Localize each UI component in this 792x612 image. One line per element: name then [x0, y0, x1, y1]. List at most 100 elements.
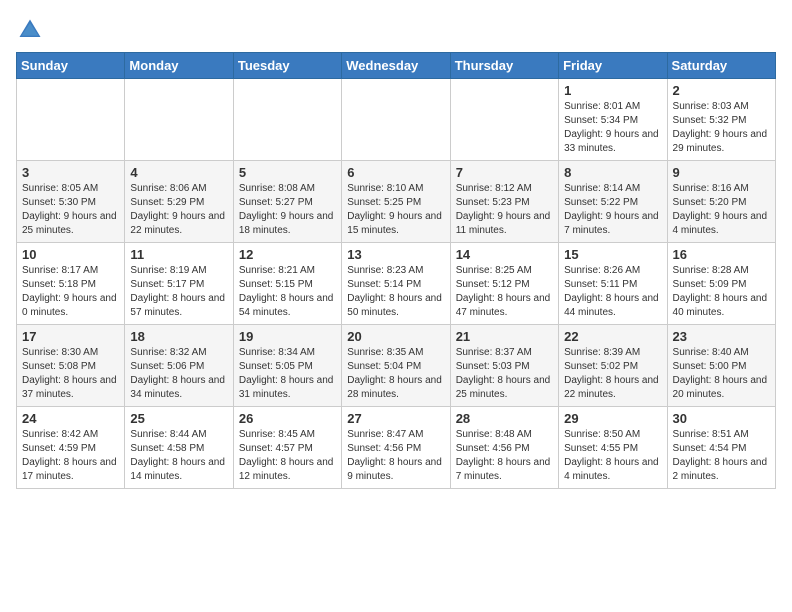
- day-number: 19: [239, 329, 336, 344]
- day-info: Sunrise: 8:30 AM Sunset: 5:08 PM Dayligh…: [22, 346, 119, 402]
- day-cell: 21 Sunrise: 8:37 AM Sunset: 5:03 PM Dayli…: [450, 325, 558, 407]
- day-info: Sunrise: 8:50 AM Sunset: 4:55 PM Dayligh…: [564, 428, 661, 484]
- day-cell: 30Sunrise: 8:51 AM Sunset: 4:54 PM Dayli…: [667, 407, 775, 489]
- day-cell: [450, 79, 558, 161]
- day-cell: 12 Sunrise: 8:21 AM Sunset: 5:15 PM Dayli…: [233, 243, 341, 325]
- day-number: 25: [130, 411, 227, 426]
- day-cell: 17 Sunrise: 8:30 AM Sunset: 5:08 PM Dayli…: [17, 325, 125, 407]
- day-number: 11: [130, 247, 227, 262]
- day-info: Sunrise: 8:10 AM Sunset: 5:25 PM Dayligh…: [347, 182, 444, 238]
- day-number: 17: [22, 329, 119, 344]
- day-number: 12: [239, 247, 336, 262]
- col-header-saturday: Saturday: [667, 53, 775, 79]
- day-cell: 11Sunrise: 8:19 AM Sunset: 5:17 PM Dayli…: [125, 243, 233, 325]
- day-info: Sunrise: 8:01 AM Sunset: 5:34 PM Dayligh…: [564, 100, 661, 156]
- day-cell: 8 Sunrise: 8:14 AM Sunset: 5:22 PM Daylig…: [559, 161, 667, 243]
- page-header: [16, 16, 776, 44]
- day-number: 15: [564, 247, 661, 262]
- day-cell: 28 Sunrise: 8:48 AM Sunset: 4:56 PM Dayli…: [450, 407, 558, 489]
- day-number: 16: [673, 247, 770, 262]
- logo: [16, 16, 48, 44]
- day-number: 14: [456, 247, 553, 262]
- day-number: 8: [564, 165, 661, 180]
- day-number: 10: [22, 247, 119, 262]
- day-cell: 4 Sunrise: 8:06 AM Sunset: 5:29 PM Daylig…: [125, 161, 233, 243]
- day-info: Sunrise: 8:08 AM Sunset: 5:27 PM Dayligh…: [239, 182, 336, 238]
- day-cell: 29 Sunrise: 8:50 AM Sunset: 4:55 PM Dayli…: [559, 407, 667, 489]
- col-header-friday: Friday: [559, 53, 667, 79]
- day-cell: 25Sunrise: 8:44 AM Sunset: 4:58 PM Dayli…: [125, 407, 233, 489]
- day-info: Sunrise: 8:14 AM Sunset: 5:22 PM Dayligh…: [564, 182, 661, 238]
- day-info: Sunrise: 8:47 AM Sunset: 4:56 PM Dayligh…: [347, 428, 444, 484]
- day-number: 29: [564, 411, 661, 426]
- day-cell: 15 Sunrise: 8:26 AM Sunset: 5:11 PM Dayli…: [559, 243, 667, 325]
- day-info: Sunrise: 8:45 AM Sunset: 4:57 PM Dayligh…: [239, 428, 336, 484]
- col-header-sunday: Sunday: [17, 53, 125, 79]
- day-info: Sunrise: 8:37 AM Sunset: 5:03 PM Dayligh…: [456, 346, 553, 402]
- day-number: 20: [347, 329, 444, 344]
- day-number: 7: [456, 165, 553, 180]
- day-cell: [125, 79, 233, 161]
- day-info: Sunrise: 8:40 AM Sunset: 5:00 PM Dayligh…: [673, 346, 770, 402]
- day-cell: 14Sunrise: 8:25 AM Sunset: 5:12 PM Dayli…: [450, 243, 558, 325]
- day-number: 5: [239, 165, 336, 180]
- week-row-5: 24Sunrise: 8:42 AM Sunset: 4:59 PM Dayli…: [17, 407, 776, 489]
- day-cell: 18 Sunrise: 8:32 AM Sunset: 5:06 PM Dayli…: [125, 325, 233, 407]
- day-cell: 26 Sunrise: 8:45 AM Sunset: 4:57 PM Dayli…: [233, 407, 341, 489]
- day-number: 3: [22, 165, 119, 180]
- day-number: 27: [347, 411, 444, 426]
- day-number: 18: [130, 329, 227, 344]
- day-number: 13: [347, 247, 444, 262]
- day-cell: 24Sunrise: 8:42 AM Sunset: 4:59 PM Dayli…: [17, 407, 125, 489]
- day-cell: 27 Sunrise: 8:47 AM Sunset: 4:56 PM Dayli…: [342, 407, 450, 489]
- day-info: Sunrise: 8:34 AM Sunset: 5:05 PM Dayligh…: [239, 346, 336, 402]
- day-number: 30: [673, 411, 770, 426]
- day-info: Sunrise: 8:26 AM Sunset: 5:11 PM Dayligh…: [564, 264, 661, 320]
- day-cell: 22Sunrise: 8:39 AM Sunset: 5:02 PM Dayli…: [559, 325, 667, 407]
- day-number: 26: [239, 411, 336, 426]
- day-cell: 3 Sunrise: 8:05 AM Sunset: 5:30 PM Daylig…: [17, 161, 125, 243]
- day-info: Sunrise: 8:28 AM Sunset: 5:09 PM Dayligh…: [673, 264, 770, 320]
- day-number: 2: [673, 83, 770, 98]
- day-number: 4: [130, 165, 227, 180]
- day-info: Sunrise: 8:39 AM Sunset: 5:02 PM Dayligh…: [564, 346, 661, 402]
- day-info: Sunrise: 8:48 AM Sunset: 4:56 PM Dayligh…: [456, 428, 553, 484]
- day-info: Sunrise: 8:17 AM Sunset: 5:18 PM Dayligh…: [22, 264, 119, 320]
- day-cell: [342, 79, 450, 161]
- day-info: Sunrise: 8:05 AM Sunset: 5:30 PM Dayligh…: [22, 182, 119, 238]
- day-cell: 1 Sunrise: 8:01 AM Sunset: 5:34 PM Daylig…: [559, 79, 667, 161]
- col-header-monday: Monday: [125, 53, 233, 79]
- day-cell: 9Sunrise: 8:16 AM Sunset: 5:20 PM Daylig…: [667, 161, 775, 243]
- col-header-tuesday: Tuesday: [233, 53, 341, 79]
- week-row-2: 3 Sunrise: 8:05 AM Sunset: 5:30 PM Daylig…: [17, 161, 776, 243]
- calendar-table: SundayMondayTuesdayWednesdayThursdayFrid…: [16, 52, 776, 489]
- day-info: Sunrise: 8:21 AM Sunset: 5:15 PM Dayligh…: [239, 264, 336, 320]
- day-cell: [233, 79, 341, 161]
- day-cell: 6 Sunrise: 8:10 AM Sunset: 5:25 PM Daylig…: [342, 161, 450, 243]
- day-cell: 16 Sunrise: 8:28 AM Sunset: 5:09 PM Dayli…: [667, 243, 775, 325]
- day-info: Sunrise: 8:03 AM Sunset: 5:32 PM Dayligh…: [673, 100, 770, 156]
- day-number: 21: [456, 329, 553, 344]
- day-info: Sunrise: 8:23 AM Sunset: 5:14 PM Dayligh…: [347, 264, 444, 320]
- day-number: 24: [22, 411, 119, 426]
- calendar-header-row: SundayMondayTuesdayWednesdayThursdayFrid…: [17, 53, 776, 79]
- week-row-1: 1 Sunrise: 8:01 AM Sunset: 5:34 PM Daylig…: [17, 79, 776, 161]
- day-number: 9: [673, 165, 770, 180]
- day-cell: 13 Sunrise: 8:23 AM Sunset: 5:14 PM Dayli…: [342, 243, 450, 325]
- logo-icon: [16, 16, 44, 44]
- col-header-wednesday: Wednesday: [342, 53, 450, 79]
- day-number: 6: [347, 165, 444, 180]
- day-number: 28: [456, 411, 553, 426]
- day-info: Sunrise: 8:12 AM Sunset: 5:23 PM Dayligh…: [456, 182, 553, 238]
- col-header-thursday: Thursday: [450, 53, 558, 79]
- day-info: Sunrise: 8:32 AM Sunset: 5:06 PM Dayligh…: [130, 346, 227, 402]
- week-row-3: 10 Sunrise: 8:17 AM Sunset: 5:18 PM Dayli…: [17, 243, 776, 325]
- day-cell: 20 Sunrise: 8:35 AM Sunset: 5:04 PM Dayli…: [342, 325, 450, 407]
- day-cell: 19 Sunrise: 8:34 AM Sunset: 5:05 PM Dayli…: [233, 325, 341, 407]
- day-cell: [17, 79, 125, 161]
- day-cell: 7 Sunrise: 8:12 AM Sunset: 5:23 PM Daylig…: [450, 161, 558, 243]
- day-info: Sunrise: 8:06 AM Sunset: 5:29 PM Dayligh…: [130, 182, 227, 238]
- day-info: Sunrise: 8:35 AM Sunset: 5:04 PM Dayligh…: [347, 346, 444, 402]
- day-cell: 23Sunrise: 8:40 AM Sunset: 5:00 PM Dayli…: [667, 325, 775, 407]
- day-number: 1: [564, 83, 661, 98]
